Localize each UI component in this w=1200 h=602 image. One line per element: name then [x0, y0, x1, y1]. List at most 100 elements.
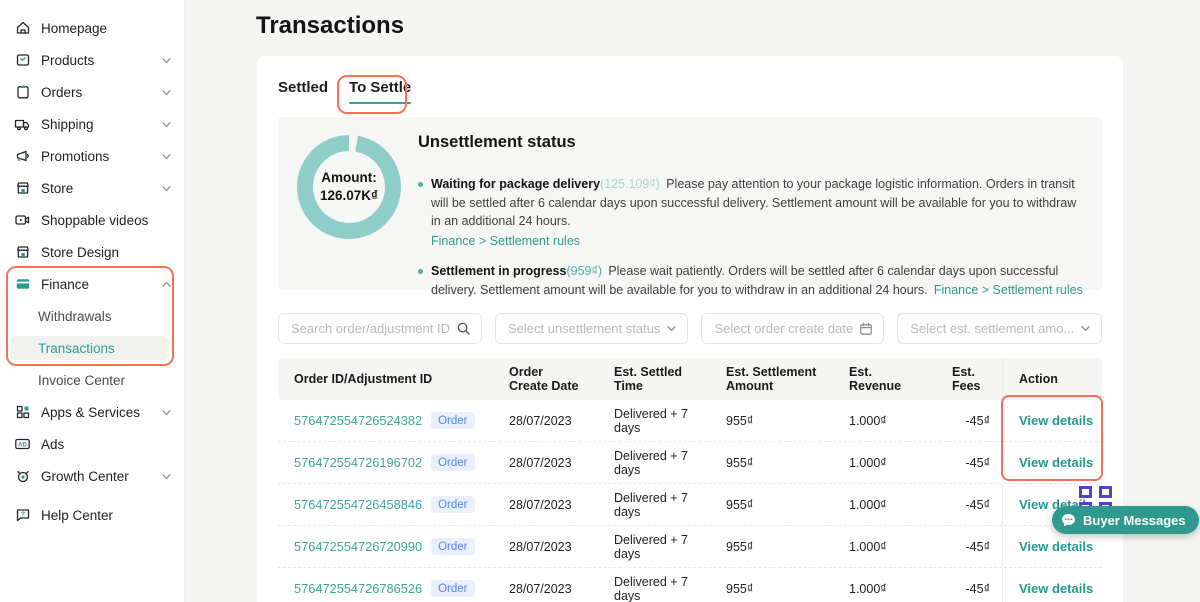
buyer-messages-label: Buyer Messages — [1083, 513, 1186, 528]
order-type-badge: Order — [431, 538, 474, 555]
filter-select-est-settlement-amo-[interactable]: Select est. settlement amo... — [897, 313, 1102, 344]
sidebar-item-label: Orders — [41, 85, 161, 100]
sidebar-item-transactions[interactable]: Transactions — [0, 332, 184, 364]
unsettlement-donut-chart: Amount: 126.07K₫ — [297, 135, 401, 239]
order-id-link[interactable]: 576472554726524382 — [294, 413, 422, 428]
view-details-link[interactable]: View details — [1019, 581, 1093, 596]
chevron-down-icon — [666, 323, 677, 334]
est-revenue-cell: 1.000₫ — [833, 568, 936, 602]
est-revenue-cell: 1.000₫ — [833, 442, 936, 483]
filter-placeholder: Search order/adjustment ID — [291, 321, 450, 336]
status-bullet: Waiting for package delivery(125.109₫) P… — [418, 175, 1086, 250]
order-create-date-cell: 28/07/2023 — [493, 400, 598, 441]
filter-placeholder: Select unsettlement status — [508, 321, 660, 336]
tab-settled[interactable]: Settled — [278, 79, 328, 104]
settlement-rules-link[interactable]: Finance > Settlement rules — [431, 232, 1086, 251]
filter-placeholder: Select order create date — [714, 321, 853, 336]
sidebar-item-finance[interactable]: Finance — [0, 268, 184, 300]
column-header-est-fees: Est. Fees — [936, 358, 1002, 400]
order-id-cell: 576472554726196702 Order — [278, 442, 493, 483]
sidebar-item-promotions[interactable]: Promotions — [0, 140, 184, 172]
table-body: 576472554726524382Order28/07/2023Deliver… — [278, 400, 1102, 602]
apps-icon — [14, 404, 31, 421]
order-type-badge: Order — [431, 580, 474, 597]
table-row: 576472554726524382Order28/07/2023Deliver… — [278, 400, 1102, 441]
buyer-messages-button[interactable]: Buyer Messages — [1052, 506, 1199, 534]
order-id-link[interactable]: 576472554726786526 — [294, 581, 422, 596]
chevron-down-icon — [161, 55, 172, 66]
est-settlement-amount-cell: 955₫ — [710, 400, 833, 441]
est-settled-time-cell: Delivered + 7 days — [598, 442, 710, 483]
sidebar-item-label: Apps & Services — [41, 405, 161, 420]
unsettlement-status-heading: Unsettlement status — [418, 133, 576, 152]
sidebar-item-store-design[interactable]: Store Design — [0, 236, 184, 268]
chevron-down-icon — [161, 87, 172, 98]
order-id-cell: 576472554726524382Order — [278, 400, 493, 441]
chevron-down-icon — [161, 471, 172, 482]
svg-text:?: ? — [20, 512, 24, 519]
column-header-action: Action — [1002, 358, 1102, 400]
sidebar-item-label: Homepage — [41, 21, 172, 36]
chevron-down-icon — [161, 119, 172, 130]
store-design-icon — [14, 244, 31, 261]
order-id-cell: 576472554726458846Order — [278, 484, 493, 525]
view-details-link[interactable]: View details — [1019, 455, 1093, 470]
column-header-order-id-adjustment-id: Order ID/Adjustment ID — [278, 358, 493, 400]
est-fees-cell: -45₫ — [936, 442, 1002, 483]
est-settlement-amount-cell: 955₫ — [710, 442, 833, 483]
order-id-link[interactable]: 576472554726196702 — [294, 455, 422, 470]
sidebar-item-orders[interactable]: Orders — [0, 76, 184, 108]
sidebar-item-label: Invoice Center — [38, 373, 172, 388]
donut-amount-label: Amount: — [320, 169, 378, 187]
shipping-icon — [14, 116, 31, 133]
bullet-dot-icon — [418, 182, 423, 187]
sidebar-item-products[interactable]: Products — [0, 44, 184, 76]
sidebar-item-shipping[interactable]: Shipping — [0, 108, 184, 140]
sidebar-item-homepage[interactable]: Homepage — [0, 12, 184, 44]
sidebar-item-label: Shoppable videos — [41, 213, 172, 228]
column-header-est-settlement-amount: Est. Settlement Amount — [710, 358, 833, 400]
filter-select-unsettlement-status[interactable]: Select unsettlement status — [495, 313, 688, 344]
sidebar-item-label: Shipping — [41, 117, 161, 132]
sidebar-item-apps-services[interactable]: Apps & Services — [0, 396, 184, 428]
sidebar-item-shoppable-videos[interactable]: Shoppable videos — [0, 204, 184, 236]
sidebar-item-growth-center[interactable]: Growth Center — [0, 460, 184, 492]
view-details-link[interactable]: View details — [1019, 413, 1093, 428]
tab-to-settle[interactable]: To Settle — [349, 79, 411, 104]
home-icon — [14, 20, 31, 37]
calendar-icon — [859, 322, 873, 336]
bullet-dot-icon — [418, 269, 423, 274]
est-settlement-amount-cell: 955₫ — [710, 526, 833, 567]
sidebar-item-label: Store — [41, 181, 161, 196]
est-fees-cell: -45₫ — [936, 400, 1002, 441]
order-id-link[interactable]: 576472554726458846 — [294, 497, 422, 512]
sidebar-item-store[interactable]: Store — [0, 172, 184, 204]
order-type-badge: Order — [431, 454, 474, 471]
ads-icon: AD — [14, 436, 31, 453]
est-settled-time-cell: Delivered + 7 days — [598, 526, 710, 567]
status-bullet: Settlement in progress(959₫) Please wait… — [418, 262, 1086, 299]
finance-icon — [14, 276, 31, 293]
est-revenue-cell: 1.000₫ — [833, 400, 936, 441]
view-details-link[interactable]: View details — [1019, 539, 1093, 554]
orders-icon — [14, 84, 31, 101]
sidebar-item-invoice-center[interactable]: Invoice Center — [0, 364, 184, 396]
order-id-link[interactable]: 576472554726720990 — [294, 539, 422, 554]
est-fees-cell: -45₫ — [936, 568, 1002, 602]
growth-icon — [14, 468, 31, 485]
sidebar-item-withdrawals[interactable]: Withdrawals — [0, 300, 184, 332]
order-id-cell: 576472554726720990 Order — [278, 526, 493, 567]
sidebar-item-ads[interactable]: ADAds — [0, 428, 184, 460]
order-create-date-cell: 28/07/2023 — [493, 442, 598, 483]
search-icon — [456, 321, 471, 336]
transactions-table: Order ID/Adjustment IDOrder Create DateE… — [278, 358, 1102, 602]
sidebar-item-label: Growth Center — [41, 469, 161, 484]
est-settlement-amount-cell: 955₫ — [710, 568, 833, 602]
settlement-rules-link[interactable]: Finance > Settlement rules — [934, 283, 1083, 297]
filter-search-order-adjustment-id[interactable]: Search order/adjustment ID — [278, 313, 482, 344]
column-header-est-revenue: Est. Revenue — [833, 358, 936, 400]
table-row: 576472554726196702 Order 28/07/2023Deliver… — [278, 441, 1102, 483]
promotions-icon — [14, 148, 31, 165]
sidebar-item-help-center[interactable]: ?Help Center — [0, 499, 184, 531]
filter-select-order-create-date[interactable]: Select order create date — [701, 313, 884, 344]
